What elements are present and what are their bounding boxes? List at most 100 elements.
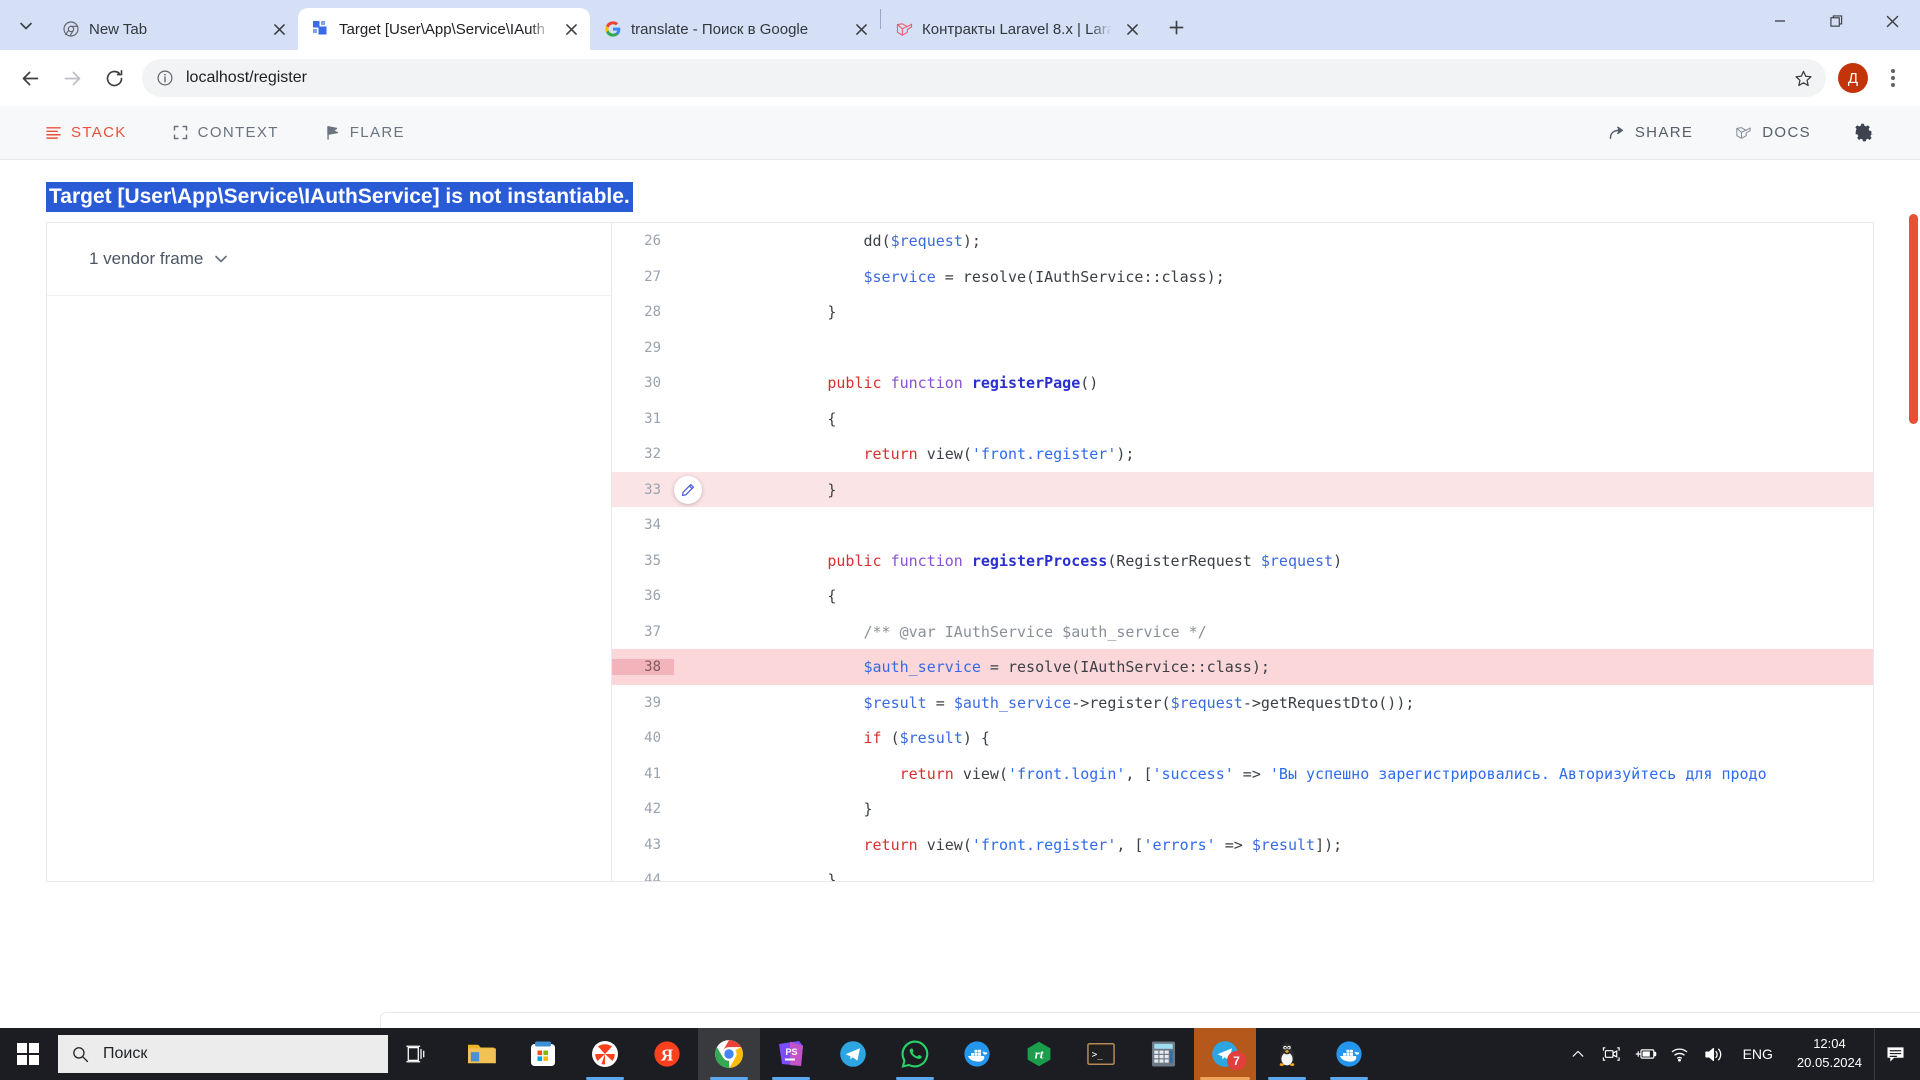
docs-label: DOCS bbox=[1762, 124, 1811, 141]
forward-arrow-icon[interactable] bbox=[52, 58, 92, 98]
taskbar-app-yandex-browser[interactable] bbox=[574, 1028, 636, 1080]
tab-search-icon[interactable] bbox=[10, 10, 42, 42]
svg-text:>_: >_ bbox=[1092, 1050, 1104, 1061]
chevron-up-icon[interactable] bbox=[1561, 1028, 1595, 1080]
tab-stack-label: STACK bbox=[71, 124, 127, 141]
tab-close-icon[interactable] bbox=[268, 18, 290, 40]
flare-icon bbox=[325, 125, 340, 141]
reload-icon[interactable] bbox=[94, 58, 134, 98]
code-line: 28 } bbox=[612, 294, 1873, 330]
vendor-frame-label: 1 vendor frame bbox=[89, 249, 204, 269]
browser-menu-icon[interactable] bbox=[1876, 61, 1910, 95]
taskbar-search-placeholder: Поиск bbox=[103, 1045, 148, 1062]
task-view-icon[interactable] bbox=[388, 1028, 444, 1080]
line-number: 36 bbox=[644, 588, 661, 605]
new-tab-button[interactable] bbox=[1159, 10, 1193, 44]
code-line-text: dd($request); bbox=[863, 232, 981, 251]
code-line: 31 { bbox=[612, 401, 1873, 437]
code-line-text: $service = resolve(IAuthService::class); bbox=[863, 267, 1225, 286]
taskbar-app-phpstorm[interactable]: PS bbox=[760, 1028, 822, 1080]
taskbar-app-file-explorer[interactable] bbox=[450, 1028, 512, 1080]
volume-icon[interactable] bbox=[1697, 1028, 1731, 1080]
back-arrow-icon[interactable] bbox=[10, 58, 50, 98]
window-minimize-button[interactable] bbox=[1752, 0, 1808, 42]
taskbar-app-rustdesk[interactable]: rt bbox=[1008, 1028, 1070, 1080]
wifi-icon[interactable] bbox=[1663, 1028, 1697, 1080]
taskbar-app-terminal[interactable]: >_ bbox=[1070, 1028, 1132, 1080]
tab-context[interactable]: CONTEXT bbox=[173, 124, 279, 141]
language-indicator[interactable]: ENG bbox=[1731, 1046, 1785, 1062]
webcam-icon[interactable] bbox=[1595, 1028, 1629, 1080]
taskbar-app-whatsapp[interactable] bbox=[884, 1028, 946, 1080]
taskbar-app-telegram[interactable] bbox=[822, 1028, 884, 1080]
share-arrow-icon bbox=[1609, 126, 1625, 140]
start-button[interactable] bbox=[0, 1028, 56, 1080]
line-number: 27 bbox=[644, 268, 661, 285]
code-line: 42 } bbox=[612, 791, 1873, 827]
docs-button[interactable]: DOCS bbox=[1735, 124, 1811, 141]
tab-close-icon[interactable] bbox=[1121, 18, 1143, 40]
line-number: 40 bbox=[644, 730, 661, 747]
address-bar[interactable]: localhost/register bbox=[142, 59, 1826, 97]
gear-icon[interactable] bbox=[1853, 122, 1874, 143]
tab-flare[interactable]: FLARE bbox=[325, 124, 405, 141]
code-line: 37 /** @var IAuthService $auth_service *… bbox=[612, 614, 1873, 650]
window-close-button[interactable] bbox=[1864, 0, 1920, 42]
code-line-text: } bbox=[827, 303, 837, 322]
code-line-text: $auth_service = resolve(IAuthService::cl… bbox=[863, 658, 1270, 677]
google-icon bbox=[604, 20, 622, 38]
taskbar-app-docker-desktop[interactable] bbox=[1318, 1028, 1380, 1080]
code-line: 38 $auth_service = resolve(IAuthService:… bbox=[612, 649, 1873, 685]
taskbar-clock[interactable]: 12:04 20.05.2024 bbox=[1785, 1035, 1874, 1073]
line-number: 26 bbox=[644, 233, 661, 250]
site-info-icon[interactable] bbox=[156, 69, 174, 87]
line-number: 34 bbox=[644, 517, 661, 534]
taskbar-app-google-chrome[interactable] bbox=[698, 1028, 760, 1080]
taskbar-app-microsoft-store[interactable] bbox=[512, 1028, 574, 1080]
code-line-text: return view('front.login', ['success' =>… bbox=[899, 764, 1767, 783]
browser-tab-google-translate[interactable]: translate - Поиск в Google bbox=[590, 8, 880, 50]
svg-text:Я: Я bbox=[661, 1045, 673, 1064]
code-line-text: return view('front.register'); bbox=[863, 445, 1135, 464]
search-icon bbox=[72, 1046, 89, 1063]
taskbar-app-telegram-desktop[interactable]: 7 bbox=[1194, 1028, 1256, 1080]
line-number: 37 bbox=[644, 623, 661, 640]
code-line: 39 $result = $auth_service->register($re… bbox=[612, 685, 1873, 721]
line-number: 28 bbox=[644, 304, 661, 321]
notification-icon[interactable] bbox=[1874, 1028, 1916, 1080]
ignition-header: STACK CONTEXT FLARE SHARE DOCS bbox=[0, 106, 1920, 160]
laravel-icon bbox=[895, 20, 913, 38]
share-button[interactable]: SHARE bbox=[1609, 124, 1693, 141]
notification-badge: 7 bbox=[1227, 1051, 1246, 1070]
code-line-text: if ($result) { bbox=[863, 729, 990, 748]
tab-stack[interactable]: STACK bbox=[46, 124, 127, 141]
taskbar-app-yandex[interactable]: Я bbox=[636, 1028, 698, 1080]
tab-close-icon[interactable] bbox=[850, 18, 872, 40]
taskbar-app-wsl-linux[interactable] bbox=[1256, 1028, 1318, 1080]
vendor-frames-toggle[interactable]: 1 vendor frame bbox=[47, 223, 611, 297]
page-scrollbar[interactable] bbox=[1909, 214, 1918, 424]
window-controls bbox=[1752, 0, 1920, 42]
browser-tab-ignition-error[interactable]: Target [User\App\Service\IAuth bbox=[298, 8, 590, 50]
code-line: 30 public function registerPage() bbox=[612, 365, 1873, 401]
address-bar-url[interactable]: localhost/register bbox=[186, 69, 1774, 87]
code-line-text: { bbox=[827, 587, 837, 606]
taskbar-app-calculator[interactable] bbox=[1132, 1028, 1194, 1080]
profile-avatar[interactable]: Д bbox=[1838, 63, 1868, 93]
battery-charging-icon[interactable] bbox=[1629, 1028, 1663, 1080]
stack-frames-pane: 1 vendor frame bbox=[46, 222, 611, 883]
browser-tab-new-tab[interactable]: New Tab bbox=[48, 8, 298, 50]
bookmark-star-icon[interactable] bbox=[1786, 61, 1820, 95]
taskbar-app-docker[interactable] bbox=[946, 1028, 1008, 1080]
chrome-browser-window: New Tab Target [User\App\Service\IAuth t… bbox=[0, 0, 1920, 1028]
window-maximize-button[interactable] bbox=[1808, 0, 1864, 42]
tab-title: translate - Поиск в Google bbox=[631, 20, 809, 38]
browser-tab-laravel-docs[interactable]: Контракты Laravel 8.x | Laravel bbox=[881, 8, 1151, 50]
code-line: 33 } bbox=[612, 471, 1873, 508]
tab-close-icon[interactable] bbox=[560, 18, 582, 40]
system-tray: ENG 12:04 20.05.2024 bbox=[1561, 1028, 1920, 1080]
code-viewer[interactable]: 26 dd($request); 27 $service = resolve(IA… bbox=[611, 222, 1874, 883]
edit-pencil-icon[interactable] bbox=[674, 475, 702, 504]
ignition-body: 1 vendor frame 26 dd($request); 27 $servi… bbox=[0, 212, 1920, 912]
taskbar-search-input[interactable]: Поиск bbox=[58, 1035, 388, 1073]
